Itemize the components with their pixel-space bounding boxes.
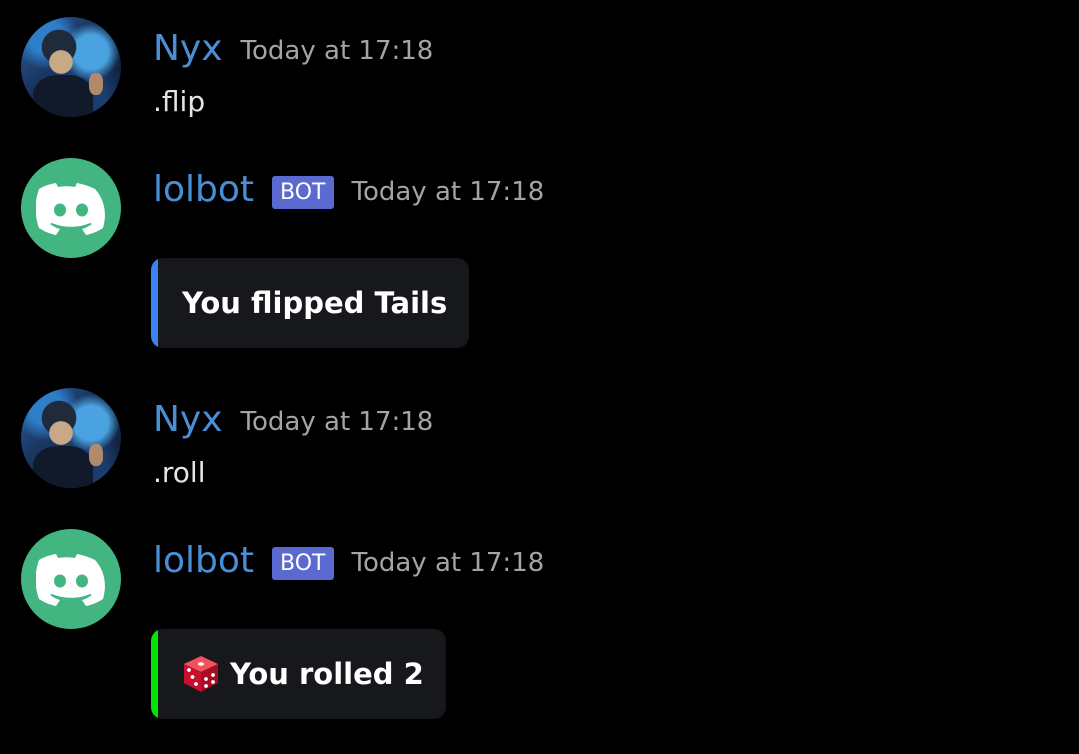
message-text: .flip bbox=[153, 85, 206, 118]
embed-title: You flipped Tails bbox=[182, 286, 447, 320]
discord-logo-icon bbox=[36, 554, 105, 606]
avatar[interactable] bbox=[21, 158, 121, 258]
dice-icon bbox=[184, 656, 218, 692]
avatar[interactable] bbox=[21, 17, 121, 117]
embed-accent-bar bbox=[151, 629, 158, 719]
embed: You flipped Tails bbox=[151, 258, 470, 348]
avatar[interactable] bbox=[21, 529, 121, 629]
embed-title-text: You rolled 2 bbox=[230, 657, 424, 691]
username[interactable]: lolbot bbox=[153, 172, 254, 208]
message-header: Nyx Today at 17:18 bbox=[153, 390, 433, 450]
message-text: .roll bbox=[153, 456, 206, 489]
embed-title-text: You flipped Tails bbox=[182, 286, 448, 320]
username[interactable]: Nyx bbox=[153, 402, 223, 438]
message-header: Nyx Today at 17:18 bbox=[153, 19, 433, 79]
embed-title: You rolled 2 bbox=[182, 654, 424, 694]
message-header: lolbot BOT Today at 17:18 bbox=[153, 531, 544, 591]
bot-badge: BOT bbox=[272, 546, 334, 580]
username[interactable]: lolbot bbox=[153, 543, 254, 579]
embed: You rolled 2 bbox=[151, 629, 446, 719]
timestamp: Today at 17:18 bbox=[240, 407, 434, 437]
embed-accent-bar bbox=[151, 258, 158, 348]
username[interactable]: Nyx bbox=[153, 31, 223, 67]
bot-badge: BOT bbox=[272, 175, 334, 209]
timestamp: Today at 17:18 bbox=[351, 177, 545, 207]
timestamp: Today at 17:18 bbox=[351, 548, 545, 578]
avatar[interactable] bbox=[21, 388, 121, 488]
message-header: lolbot BOT Today at 17:18 bbox=[153, 160, 544, 220]
discord-logo-icon bbox=[36, 183, 105, 235]
timestamp: Today at 17:18 bbox=[240, 36, 434, 66]
